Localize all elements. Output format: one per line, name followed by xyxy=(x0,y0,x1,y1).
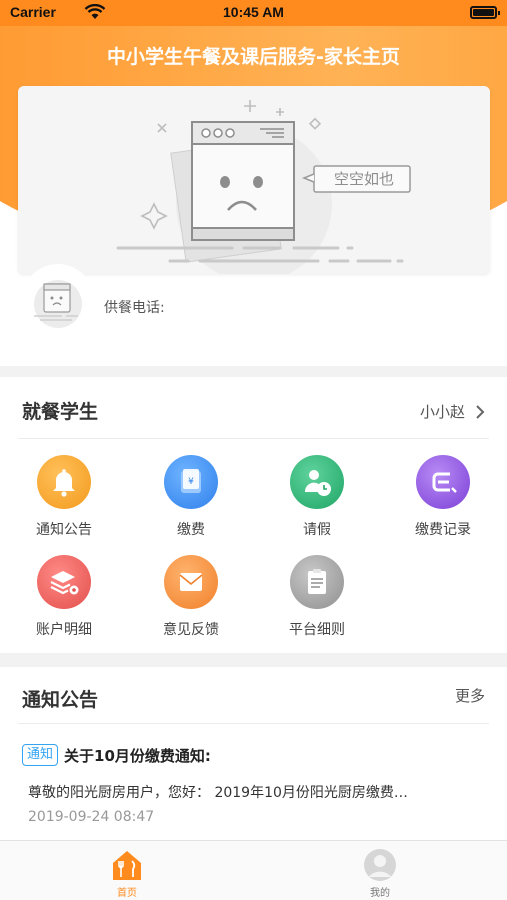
tab-label: 我的 xyxy=(370,888,390,899)
notice-tag: 通知 xyxy=(22,744,59,766)
notice-date: 2019-09-24 08:47 xyxy=(28,809,155,825)
battery-icon xyxy=(470,6,500,19)
chevron-right-icon xyxy=(476,404,485,419)
divider xyxy=(18,438,489,439)
status-bar: Carrier 10:45 AM xyxy=(0,0,507,26)
grid-item-label: 缴费 xyxy=(177,522,205,538)
student-name: 小小赵 xyxy=(419,403,465,421)
record-icon xyxy=(416,455,470,509)
grid-item-label: 通知公告 xyxy=(36,522,92,538)
page-title: 中小学生午餐及课后服务-家长主页 xyxy=(107,46,400,68)
grid-item-platform-rules[interactable]: 平台细则 xyxy=(262,555,372,639)
grid-item-account-detail[interactable]: 账户明细 xyxy=(9,555,119,639)
supply-phone-label: 供餐电话: xyxy=(104,300,165,316)
divider xyxy=(18,723,489,724)
notice-item[interactable]: 通知 关于10月份缴费通知: xyxy=(22,744,211,766)
tab-bar: 首页 我的 xyxy=(0,840,507,900)
grid-item-notice[interactable]: 通知公告 xyxy=(9,455,119,539)
notices-title: 通知公告 xyxy=(22,689,99,711)
envelope-icon xyxy=(164,555,218,609)
grid-item-label: 缴费记录 xyxy=(415,522,471,538)
canteen-avatar xyxy=(22,264,94,336)
svg-text:¥: ¥ xyxy=(188,477,194,487)
status-time: 10:45 AM xyxy=(223,4,284,20)
layers-gear-icon xyxy=(37,555,91,609)
wallet-icon: ¥ xyxy=(164,455,218,509)
grid-item-label: 意见反馈 xyxy=(163,622,219,638)
grid-item-payment-record[interactable]: 缴费记录 xyxy=(388,455,498,539)
student-selector[interactable]: 小小赵 xyxy=(420,401,485,422)
clipboard-icon xyxy=(290,555,344,609)
empty-illustration xyxy=(116,100,411,274)
grid-item-payment[interactable]: ¥ 缴费 xyxy=(136,455,246,539)
bell-icon xyxy=(37,455,91,509)
grid-item-leave[interactable]: 请假 xyxy=(262,455,372,539)
empty-state-text: 空空如也 xyxy=(333,170,394,188)
grid-item-label: 请假 xyxy=(303,522,331,538)
grid-item-label: 平台细则 xyxy=(289,622,345,638)
empty-avatar-icon xyxy=(34,280,82,328)
tab-home[interactable]: 首页 xyxy=(67,841,187,900)
tab-mine[interactable]: 我的 xyxy=(320,841,440,900)
students-title: 就餐学生 xyxy=(22,401,99,423)
tab-label: 首页 xyxy=(117,888,137,899)
grid-item-label: 账户明细 xyxy=(36,622,92,638)
grid-item-feedback[interactable]: 意见反馈 xyxy=(136,555,246,639)
notice-body[interactable]: 尊敬的阳光厨房用户，您好： 2019年10月份阳光厨房缴费… xyxy=(28,782,488,802)
students-section: 就餐学生 小小赵 通知公告 ¥ 缴费 请假 缴费记录 账户明细 意见反馈 平台细… xyxy=(0,377,507,653)
notice-title: 关于10月份缴费通知: xyxy=(64,746,211,765)
empty-state-card: 空空如也 xyxy=(18,86,490,274)
notices-section: 通知公告 更多 通知 关于10月份缴费通知: 尊敬的阳光厨房用户，您好： 201… xyxy=(0,667,507,840)
more-link[interactable]: 更多 xyxy=(455,685,485,706)
leave-clock-icon xyxy=(290,455,344,509)
user-icon xyxy=(364,849,396,881)
home-icon xyxy=(113,851,141,880)
